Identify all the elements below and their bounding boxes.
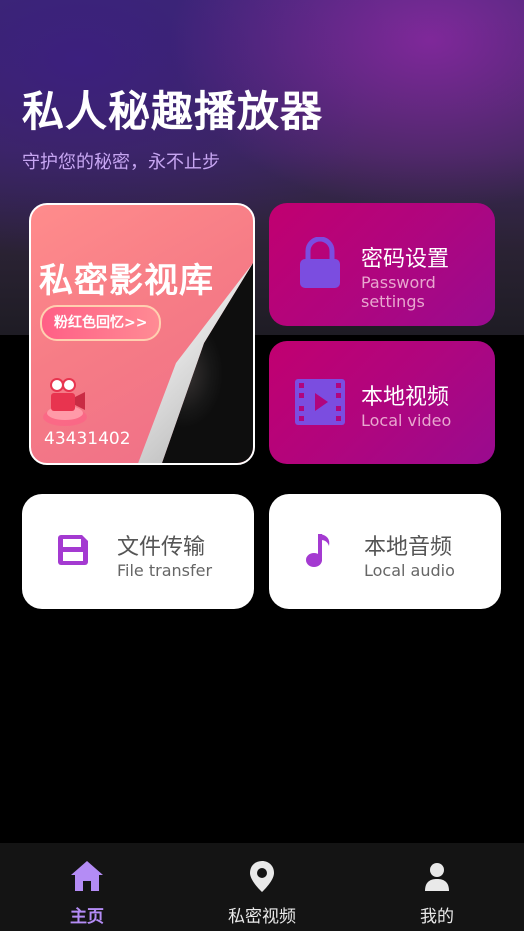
music-note-icon — [306, 534, 330, 567]
person-icon — [425, 863, 449, 891]
film-icon — [295, 379, 345, 425]
app-title: 私人秘趣播放器 — [22, 87, 324, 136]
app-subtitle: 守护您的秘密，永不止步 — [22, 152, 220, 173]
password-settings-sublabel: Password settings — [361, 273, 436, 311]
private-video-library-banner[interactable]: 私密影视库 粉红色回忆>> 43431402 — [29, 203, 255, 465]
bottom-navigation: 主页 私密视频 我的 — [0, 843, 524, 931]
nav-label-home: 主页 — [70, 907, 104, 927]
nav-item-home[interactable]: 主页 — [0, 843, 174, 931]
camera-deco-icon — [43, 378, 87, 426]
home-icon — [71, 861, 103, 891]
location-pin-icon — [250, 861, 274, 892]
local-audio-card[interactable]: 本地音频 Local audio — [269, 494, 501, 609]
local-video-card[interactable]: 本地视频 Local video — [269, 341, 495, 464]
local-video-sublabel: Local video — [361, 411, 452, 430]
banner-title: 私密影视库 — [39, 261, 214, 301]
local-audio-label: 本地音频 — [364, 535, 453, 560]
file-transfer-sublabel: File transfer — [117, 561, 213, 580]
file-transfer-card[interactable]: 文件传输 File transfer — [22, 494, 254, 609]
nav-label-mine: 我的 — [420, 907, 454, 927]
local-video-label: 本地视频 — [361, 385, 450, 410]
password-settings-label: 密码设置 — [361, 247, 450, 272]
nav-item-private-video[interactable]: 私密视频 — [175, 843, 349, 931]
nav-item-mine[interactable]: 我的 — [350, 843, 524, 931]
banner-pill-button[interactable]: 粉红色回忆>> — [40, 305, 162, 341]
nav-label-private-video: 私密视频 — [228, 907, 296, 927]
password-settings-card[interactable]: 密码设置 Password settings — [269, 203, 495, 326]
banner-number: 43431402 — [44, 429, 131, 449]
floppy-icon — [58, 535, 88, 565]
file-transfer-label: 文件传输 — [117, 535, 206, 560]
local-audio-sublabel: Local audio — [364, 561, 455, 580]
lock-icon — [300, 237, 340, 288]
